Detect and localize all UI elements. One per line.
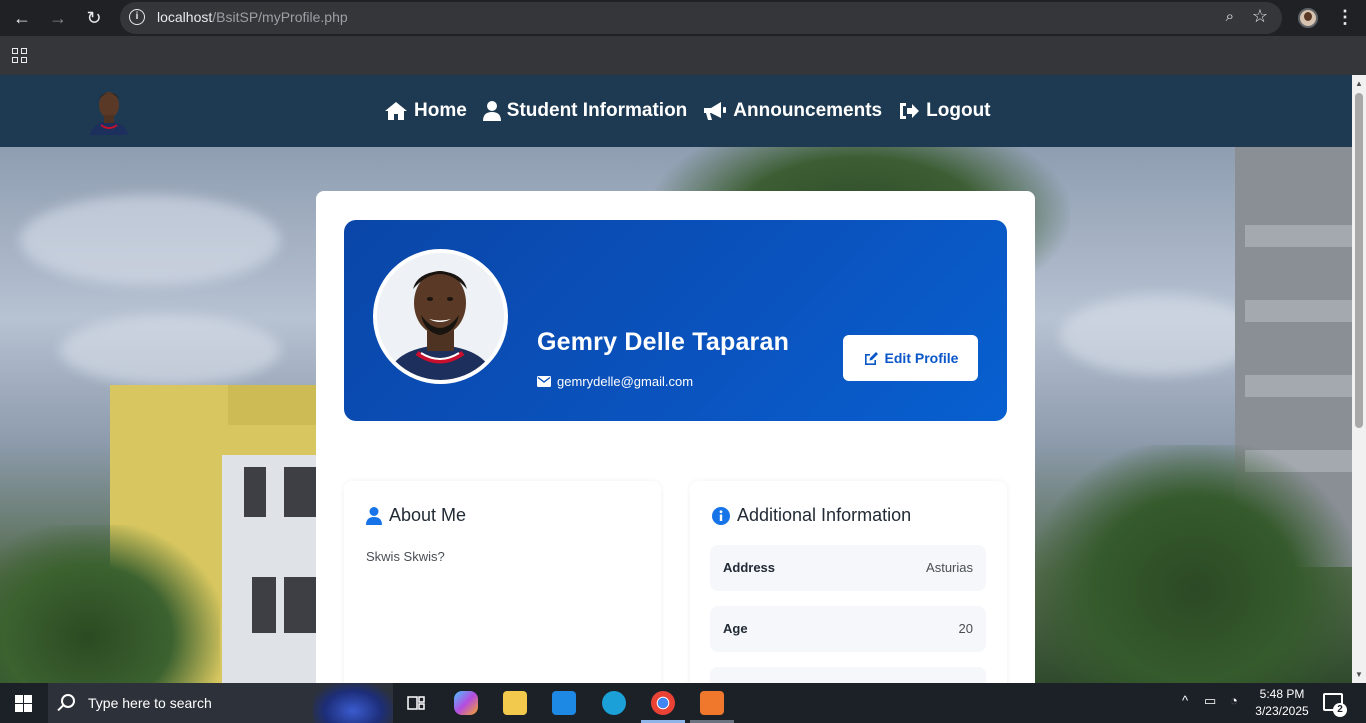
home-icon <box>385 102 407 120</box>
site-info-icon[interactable]: i <box>129 9 145 25</box>
background-cloud <box>1060 295 1260 375</box>
profile-email: gemrydelle@gmail.com <box>537 374 693 389</box>
nav-logout[interactable]: Logout <box>898 97 991 125</box>
background-cloud <box>20 195 280 285</box>
building-balcony <box>1245 300 1352 322</box>
info-value: Asturias <box>926 560 973 575</box>
search-icon <box>61 694 75 708</box>
envelope-icon <box>537 376 551 387</box>
nav-avatar[interactable] <box>86 85 132 135</box>
profile-photo <box>373 249 508 384</box>
background-tree <box>1035 445 1352 683</box>
building-window <box>284 577 316 633</box>
zoom-icon[interactable]: ⌕ <box>1226 8 1234 25</box>
edit-icon <box>864 351 878 365</box>
scrollbar-thumb[interactable] <box>1355 93 1363 428</box>
building-roof <box>228 385 320 425</box>
user-icon <box>482 101 501 121</box>
nav-home[interactable]: Home <box>384 97 467 125</box>
building-window <box>284 467 316 517</box>
nav-announcements[interactable]: Announcements <box>703 97 882 125</box>
apps-grid-icon[interactable] <box>12 48 27 63</box>
info-key: Age <box>723 621 748 636</box>
nav-home-label: Home <box>414 100 467 121</box>
info-value: 20 <box>958 621 973 636</box>
bullhorn-icon <box>704 102 727 120</box>
vscode-icon[interactable] <box>552 691 576 715</box>
edge-icon[interactable] <box>602 691 626 715</box>
info-row-age: Age 20 <box>710 606 986 652</box>
profile-header: Gemry Delle Taparan gemrydelle@gmail.com… <box>344 220 1007 421</box>
nav-menu: Home Student Information Announcements L… <box>384 97 991 125</box>
chrome-icon[interactable] <box>651 691 675 715</box>
edit-profile-label: Edit Profile <box>884 350 959 366</box>
bookmark-star-icon[interactable]: ☆ <box>1252 6 1268 27</box>
notification-badge: 2 <box>1333 703 1347 717</box>
windows-taskbar: Type here to search ^ ▭ ◔ 5:48 PM 3/23/2… <box>0 683 1366 723</box>
url-path: /BsitSP/myProfile.php <box>212 9 348 25</box>
info-circle-icon <box>712 506 730 525</box>
sign-out-icon <box>900 103 920 119</box>
about-me-panel: About Me Skwis Skwis? <box>344 481 661 683</box>
clock-time: 5:48 PM <box>1259 687 1305 701</box>
nav-announcements-label: Announcements <box>733 100 883 121</box>
additional-info-panel: Additional Information Address Asturias … <box>690 481 1007 683</box>
browser-profile-avatar[interactable] <box>1298 8 1318 28</box>
about-me-heading: About Me <box>389 505 467 525</box>
building-window <box>244 467 266 517</box>
additional-info-title: Additional Information <box>712 505 911 526</box>
taskbar-search-placeholder: Type here to search <box>88 695 212 711</box>
background-palm <box>0 525 220 683</box>
file-explorer-icon[interactable] <box>503 691 527 715</box>
search-highlight-art <box>313 683 393 723</box>
about-me-title: About Me <box>366 505 466 526</box>
site-navbar: Home Student Information Announcements L… <box>0 75 1352 147</box>
additional-info-heading: Additional Information <box>737 505 912 525</box>
building-window <box>252 577 276 633</box>
url-host: localhost <box>157 9 213 25</box>
edit-profile-button[interactable]: Edit Profile <box>843 335 978 381</box>
url-text[interactable]: localhost/BsitSP/myProfile.php <box>157 9 348 25</box>
taskbar-search[interactable]: Type here to search <box>48 683 393 723</box>
show-hidden-icons-icon[interactable]: ^ <box>1182 693 1188 708</box>
page-viewport: Home Student Information Announcements L… <box>0 75 1352 683</box>
back-arrow-icon[interactable]: ← <box>11 8 33 28</box>
scroll-down-icon[interactable]: ▼ <box>1355 670 1363 679</box>
about-me-text: Skwis Skwis? <box>366 549 445 564</box>
clock-date: 3/23/2025 <box>1255 704 1309 718</box>
info-row-more <box>710 667 986 683</box>
user-icon <box>366 506 382 525</box>
page-scrollbar[interactable]: ▲ ▼ <box>1352 75 1366 683</box>
taskbar-clock[interactable]: 5:48 PM 3/23/2025 <box>1254 686 1310 720</box>
reload-icon[interactable]: ↻ <box>83 8 105 28</box>
battery-icon[interactable]: ▭ <box>1204 693 1216 709</box>
task-view-icon[interactable] <box>404 691 428 715</box>
profile-card: Gemry Delle Taparan gemrydelle@gmail.com… <box>316 191 1035 683</box>
browser-menu-icon[interactable]: ⋮ <box>1336 7 1354 28</box>
profile-email-text: gemrydelle@gmail.com <box>557 374 694 389</box>
background-cloud <box>60 315 280 385</box>
address-bar[interactable]: i localhost/BsitSP/myProfile.php ⌕ ☆ <box>120 2 1282 34</box>
nav-student-information[interactable]: Student Information <box>482 97 688 125</box>
windows-start-icon[interactable] <box>15 695 32 712</box>
copilot-icon[interactable] <box>454 691 478 715</box>
profile-name: Gemry Delle Taparan <box>537 328 790 356</box>
wifi-icon[interactable]: ◔ <box>1230 693 1238 708</box>
forward-arrow-icon[interactable]: → <box>47 8 69 28</box>
info-key: Address <box>723 560 776 575</box>
nav-logout-label: Logout <box>926 100 991 121</box>
xampp-icon[interactable] <box>700 691 724 715</box>
bookmarks-bar <box>0 36 1366 75</box>
building-balcony <box>1245 225 1352 247</box>
scroll-up-icon[interactable]: ▲ <box>1355 79 1363 88</box>
browser-toolbar: ← → ↻ i localhost/BsitSP/myProfile.php ⌕… <box>0 0 1366 36</box>
nav-student-information-label: Student Information <box>506 100 688 121</box>
info-row-address: Address Asturias <box>710 545 986 591</box>
building-balcony <box>1245 375 1352 397</box>
